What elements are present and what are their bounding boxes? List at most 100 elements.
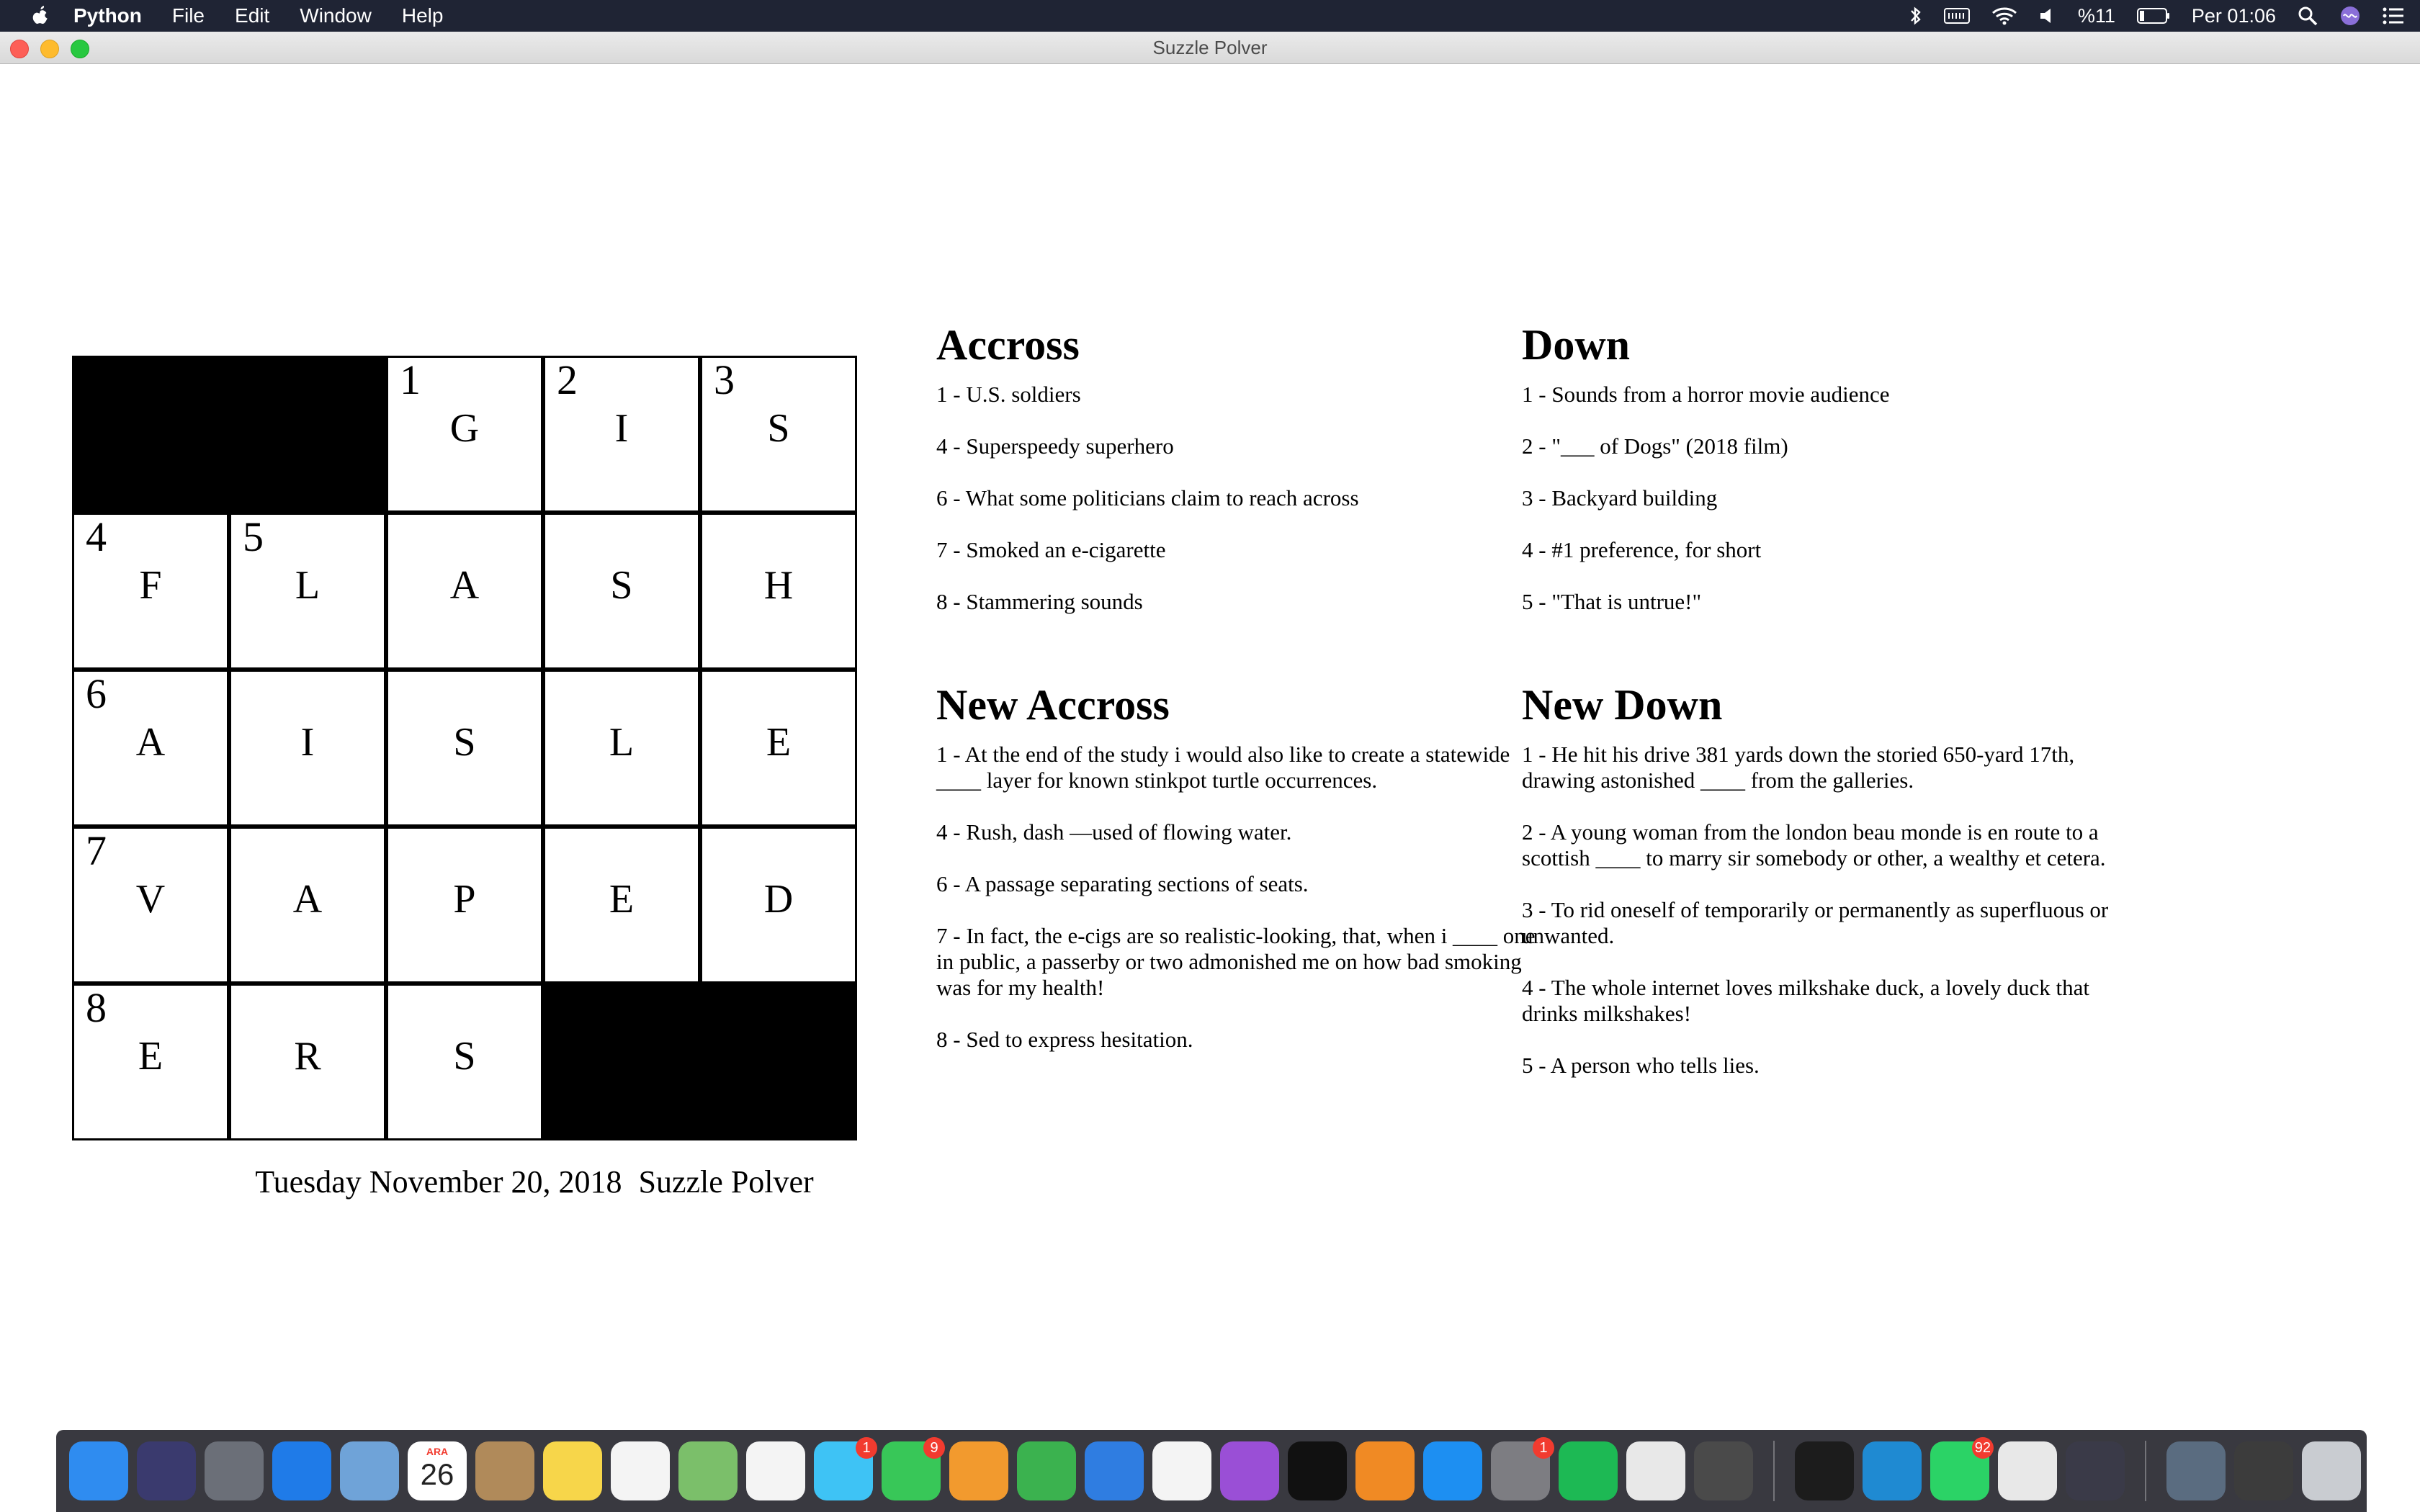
grid-cell[interactable]: L — [543, 670, 700, 827]
books-icon[interactable] — [1355, 1441, 1415, 1500]
battery-icon[interactable] — [2136, 7, 2170, 24]
maps-icon[interactable] — [678, 1441, 738, 1500]
siri-icon[interactable] — [2339, 5, 2361, 27]
dock: ARA 26 1 9 1 92 — [56, 1430, 2367, 1512]
grid-cell[interactable]: 8E — [72, 984, 229, 1140]
cell-letter: L — [295, 563, 321, 608]
notes-icon[interactable] — [543, 1441, 602, 1500]
black-cell — [700, 984, 857, 1140]
grid-cell[interactable]: E — [543, 827, 700, 984]
photos-icon[interactable] — [746, 1441, 805, 1500]
close-window-button[interactable] — [10, 40, 29, 58]
pages-icon[interactable] — [949, 1441, 1008, 1500]
grid-cell[interactable]: 3S — [700, 356, 857, 513]
podcasts-icon[interactable] — [1220, 1441, 1279, 1500]
menu-app-name[interactable]: Python — [73, 4, 142, 27]
menu-help[interactable]: Help — [402, 4, 444, 27]
menu-edit[interactable]: Edit — [235, 4, 269, 27]
music-icon[interactable] — [1152, 1441, 1211, 1500]
grid-cell[interactable]: 5L — [229, 513, 386, 670]
minimize-window-button[interactable] — [40, 40, 59, 58]
down-clue-list: 1 - Sounds from a horror movie audience … — [1522, 382, 2127, 615]
whatsapp-icon[interactable]: 92 — [1930, 1437, 1994, 1500]
trash-icon[interactable] — [2302, 1441, 2361, 1500]
app-store-icon[interactable] — [1423, 1441, 1482, 1500]
grid-cell[interactable]: D — [700, 827, 857, 984]
terminal-icon[interactable] — [1795, 1441, 1854, 1500]
finder-icon[interactable] — [69, 1441, 128, 1500]
grid-cell[interactable]: 2I — [543, 356, 700, 513]
chrome-2-icon[interactable] — [1998, 1441, 2057, 1500]
wifi-icon[interactable] — [1991, 6, 2017, 25]
cell-letter: A — [135, 720, 166, 765]
cell-letter: H — [763, 563, 794, 608]
grid-cell[interactable]: S — [543, 513, 700, 670]
clue-number: 4 — [86, 513, 107, 560]
notification-badge: 9 — [923, 1437, 945, 1459]
rocket-icon[interactable] — [2066, 1441, 2125, 1500]
vscode-icon[interactable] — [1863, 1441, 1922, 1500]
across-clue: 8 - Stammering sounds — [936, 589, 1143, 614]
numbers-icon[interactable] — [1017, 1441, 1076, 1500]
window-thumbnail-icon[interactable] — [2234, 1441, 2293, 1500]
grid-cell[interactable]: 6A — [72, 670, 229, 827]
zoom-window-button[interactable] — [71, 40, 89, 58]
new-down-clues-section: New Down 1 - He hit his drive 381 yards … — [1522, 681, 2127, 1104]
facetime-icon[interactable]: 9 — [882, 1437, 945, 1500]
notification-center-icon[interactable] — [2383, 6, 2404, 25]
calendar-icon[interactable]: ARA 26 — [408, 1441, 467, 1500]
messages-icon[interactable]: 1 — [814, 1437, 877, 1500]
across-clue: 4 - Superspeedy superhero — [936, 433, 1174, 459]
grid-cell[interactable]: A — [229, 827, 386, 984]
grid-cell[interactable]: 7V — [72, 827, 229, 984]
siri-icon[interactable] — [137, 1441, 196, 1500]
clue-number: 8 — [86, 984, 107, 1031]
chrome-icon[interactable] — [1626, 1441, 1685, 1500]
cell-letter: P — [453, 877, 476, 922]
grid-cell[interactable]: H — [700, 513, 857, 670]
bluetooth-icon[interactable] — [1909, 6, 1922, 26]
grid-cell[interactable]: 4F — [72, 513, 229, 670]
clue-number: 2 — [557, 356, 578, 403]
apple-tv-icon[interactable] — [1288, 1441, 1347, 1500]
new-across-clue: 1 - At the end of the study i would also… — [936, 742, 1510, 793]
clue-number: 5 — [243, 513, 264, 560]
keynote-icon[interactable] — [1085, 1441, 1144, 1500]
across-clues-section: Accross 1 - U.S. soldiers 4 - Superspeed… — [936, 321, 1541, 641]
puzzle-author: Suzzle Polver — [638, 1164, 814, 1200]
contacts-icon[interactable] — [475, 1441, 534, 1500]
volume-icon[interactable] — [2039, 6, 2056, 25]
menu-window[interactable]: Window — [300, 4, 372, 27]
apple-menu-icon[interactable] — [26, 4, 55, 27]
grid-cell[interactable]: I — [229, 670, 386, 827]
cell-letter: D — [763, 877, 794, 922]
across-clue-list: 1 - U.S. soldiers 4 - Superspeedy superh… — [936, 382, 1541, 615]
new-across-clues-section: New Accross 1 - At the end of the study … — [936, 681, 1541, 1079]
reminders-icon[interactable] — [611, 1441, 670, 1500]
clue-number: 6 — [86, 670, 107, 717]
clock[interactable]: Per 01:06 — [2192, 5, 2276, 27]
sublime-text-icon[interactable] — [1694, 1441, 1753, 1500]
grid-cell[interactable]: E — [700, 670, 857, 827]
cell-letter: R — [294, 1034, 321, 1079]
notification-badge: 1 — [1533, 1437, 1554, 1459]
keyboard-input-icon[interactable] — [1943, 7, 1970, 24]
grid-cell[interactable]: 1G — [386, 356, 543, 513]
new-across-clue: 8 - Sed to express hesitation. — [936, 1027, 1193, 1052]
spotify-icon[interactable] — [1559, 1441, 1618, 1500]
folder-icon[interactable] — [2166, 1441, 2226, 1500]
spotlight-search-icon[interactable] — [2298, 6, 2318, 26]
grid-cell[interactable]: R — [229, 984, 386, 1140]
grid-cell[interactable]: P — [386, 827, 543, 984]
menu-file[interactable]: File — [172, 4, 205, 27]
grid-cell[interactable]: S — [386, 984, 543, 1140]
grid-cell[interactable]: S — [386, 670, 543, 827]
mail-icon[interactable] — [340, 1441, 399, 1500]
system-preferences-icon[interactable]: 1 — [1491, 1437, 1554, 1500]
safari-icon[interactable] — [272, 1441, 331, 1500]
clue-number: 3 — [714, 356, 735, 403]
grid-cell[interactable]: A — [386, 513, 543, 670]
new-down-clue-list: 1 - He hit his drive 381 yards down the … — [1522, 742, 2127, 1079]
cell-letter: I — [614, 406, 629, 451]
launchpad-icon[interactable] — [205, 1441, 264, 1500]
